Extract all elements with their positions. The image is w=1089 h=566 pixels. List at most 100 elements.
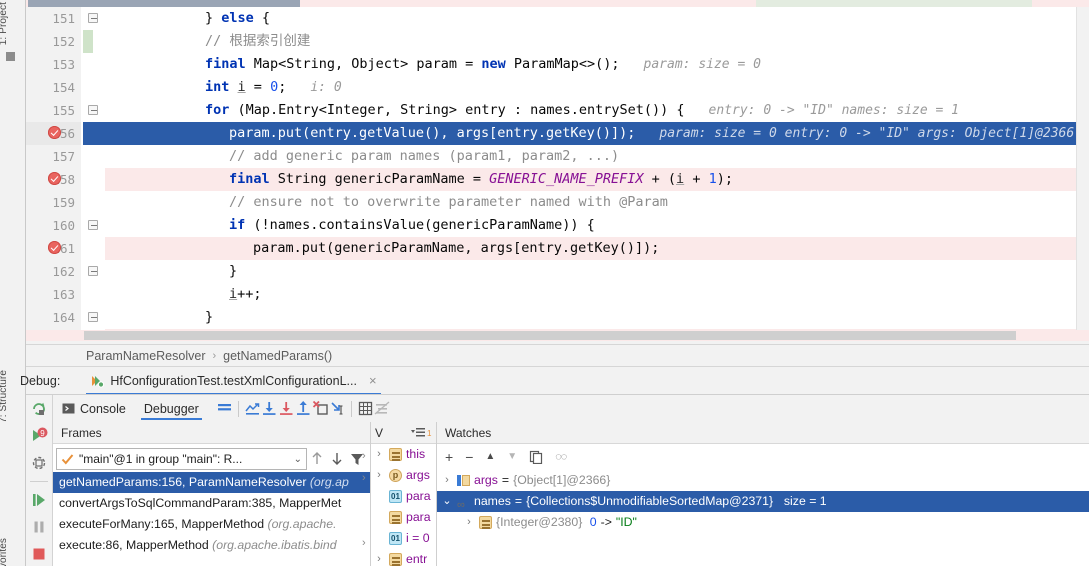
code-line[interactable]: 156 param.put(entry.getValue(), args[entr… [26,122,1089,145]
resume-program-icon[interactable] [30,491,48,509]
code-line[interactable]: 158 final String genericParamName = GENER… [26,168,1089,191]
code-line[interactable]: 163 i++; [26,283,1089,306]
stack-frame-row[interactable]: execute:86, MapperMethod (org.apache.iba… [53,535,370,556]
move-up-icon[interactable] [307,449,327,469]
code-line[interactable]: 151} else { [26,7,1089,30]
code-text[interactable]: // add generic param names (param1, para… [119,145,1089,168]
code-line[interactable]: 152 // 根据索引创建 [26,30,1089,53]
code-line[interactable]: 153 final Map<String, Object> param = new… [26,53,1089,76]
code-text[interactable]: if (!names.containsValue(genericParamNam… [119,214,1089,237]
variable-row[interactable]: › 01 para [371,486,436,507]
code-line[interactable]: 159 // ensure not to overwrite parameter … [26,191,1089,214]
breakpoint-icon[interactable] [48,241,62,255]
breadcrumb-method[interactable]: getNamedParams() [223,349,332,363]
code-text[interactable]: // ensure not to overwrite parameter nam… [119,191,1089,214]
variables-list[interactable]: › this › pargs › 01 para › para › 01 i = 0 › entr [371,444,436,566]
fold-gutter[interactable] [83,191,105,214]
expand-arrow-icon[interactable]: › [373,465,385,486]
watches-list[interactable]: › args = {Object[1]@2366} ⌄ ∞ names = {Colle… [437,470,1089,533]
code-text[interactable]: final String genericParamName = GENERIC_… [119,168,1089,191]
remove-watch-button[interactable]: − [465,450,473,464]
code-text[interactable]: i++; [119,283,1089,306]
tab-console[interactable]: Console [53,395,135,422]
code-line[interactable]: 160 if (!names.containsValue(genericParam… [26,214,1089,237]
expand-arrow-icon[interactable]: › [373,444,385,465]
watch-row[interactable]: › args = {Object[1]@2366} [437,470,1089,491]
fold-gutter[interactable] [83,7,105,30]
expand-arrow-icon[interactable]: ⌄ [441,491,453,512]
variable-row[interactable]: › 01 i = 0 [371,528,436,549]
step-over-icon[interactable] [261,400,278,417]
drop-frame-icon[interactable] [312,400,329,417]
breadcrumb-class[interactable]: ParamNameResolver [86,349,205,363]
code-text[interactable]: param.put(genericParamName, args[entry.g… [119,237,1089,260]
step-into-icon[interactable] [278,400,295,417]
fold-gutter[interactable] [83,260,105,283]
fold-gutter[interactable] [83,214,105,237]
tool-window-project[interactable]: 1: Project [0,2,9,45]
stack-frames-list[interactable]: getNamedParams:156, ParamNameResolver (o… [53,472,370,556]
variable-row[interactable]: › para [371,507,436,528]
fold-gutter[interactable] [83,306,105,329]
expand-arrow-icon[interactable]: › [373,507,385,528]
watch-row[interactable]: › {Integer@2380} 0 -> "ID" [437,512,1089,533]
editor-horizontal-scrollbar[interactable] [26,330,1089,341]
fold-gutter[interactable] [83,53,105,76]
expand-arrow-icon[interactable]: › [373,486,385,507]
step-out-icon[interactable] [295,400,312,417]
code-text[interactable]: param.put(entry.getValue(), args[entry.g… [119,122,1089,145]
fold-gutter[interactable] [83,145,105,168]
chevron-down-icon[interactable]: ⌄ [294,454,302,465]
splitter-arrow-icon[interactable]: › [362,537,366,549]
code-text[interactable]: // 根据索引创建 [119,30,1089,53]
code-line[interactable]: 154 int i = 0; i: 0 [26,76,1089,99]
tool-window-favorites[interactable]: Favorites [0,538,9,566]
fold-gutter[interactable] [83,237,105,260]
variable-row[interactable]: › entr [371,549,436,566]
expand-arrow-icon[interactable]: › [373,549,385,566]
copy-icon[interactable] [529,450,543,464]
breakpoint-icon[interactable] [48,172,62,186]
fold-gutter[interactable] [83,122,105,145]
variables-settings-icon[interactable]: 1 [410,426,432,439]
code-editor[interactable]: 151} else {152 // 根据索引创建 153 final Map<Stri… [26,0,1089,341]
fold-gutter[interactable] [83,99,105,122]
tool-window-structure[interactable]: 7: Structure [0,370,9,423]
expand-arrow-icon[interactable]: › [463,512,475,533]
add-watch-button[interactable]: + [445,450,453,464]
run-to-cursor-icon[interactable] [329,400,346,417]
stack-frame-row[interactable]: executeForMany:165, MapperMethod (org.ap… [53,514,370,535]
watch-row[interactable]: ⌄ ∞ names = {Collections$UnmodifiableSorte… [437,491,1089,512]
frames-splitter[interactable]: › › › [362,422,370,566]
debug-session-tab[interactable]: HfConfigurationTest.testXmlConfiguration… [86,367,381,395]
code-text[interactable]: int i = 0; i: 0 [119,76,1089,99]
fold-gutter[interactable] [83,283,105,306]
stack-frame-row[interactable]: getNamedParams:156, ParamNameResolver (o… [53,472,370,493]
inspect-icon[interactable]: ◌◌ [555,451,567,463]
tab-debugger[interactable]: Debugger [135,395,208,422]
move-down-icon[interactable] [327,449,347,469]
stop-icon[interactable] [30,545,48,563]
code-line[interactable]: 161 param.put(genericParamName, args[entr… [26,237,1089,260]
thread-selector[interactable]: "main"@1 in group "main": R... ⌄ [56,448,307,470]
editor-horizontal-scrollbar-thumb-top[interactable] [28,0,300,7]
fold-gutter[interactable] [83,168,105,191]
code-text[interactable]: final Map<String, Object> param = new Pa… [119,53,1089,76]
code-line[interactable]: 157 // add generic param names (param1, p… [26,145,1089,168]
rerun-icon[interactable] [30,400,48,418]
move-watch-up-button[interactable]: ▲ [485,452,495,462]
fold-gutter[interactable] [83,76,105,99]
stack-frame-row[interactable]: convertArgsToSqlCommandParam:385, Mapper… [53,493,370,514]
evaluate-expression-icon[interactable] [357,400,374,417]
show-execution-point-icon[interactable] [244,400,261,417]
splitter-arrow-icon[interactable]: › [362,472,366,484]
editor-error-stripe[interactable] [1076,7,1089,334]
code-text[interactable]: } [119,306,1089,329]
rerun-failed-tests-icon[interactable]: 9 [30,427,48,445]
code-line[interactable]: 162} [26,260,1089,283]
editor-hscroll-thumb[interactable] [84,331,1016,340]
code-line[interactable]: 155 for (Map.Entry<Integer, String> entry… [26,99,1089,122]
code-text[interactable]: } [119,260,1089,283]
code-line[interactable]: 164} [26,306,1089,329]
code-text[interactable]: } else { [119,7,1089,30]
